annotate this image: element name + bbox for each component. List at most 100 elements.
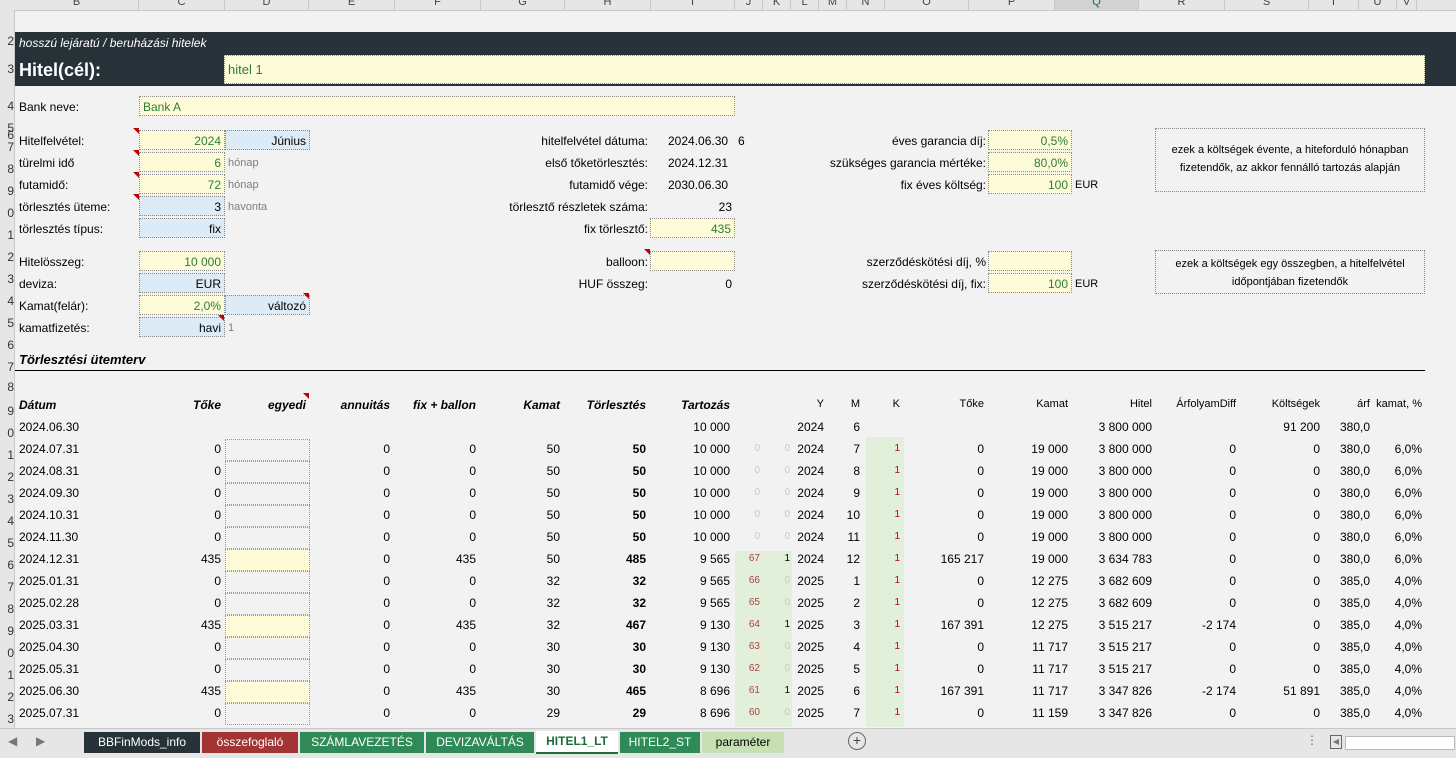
utem-input[interactable]: 3 [139, 196, 225, 216]
column-header-c[interactable]: C [139, 0, 225, 10]
garancia-mertek-input[interactable]: 80,0% [988, 152, 1072, 172]
row-number[interactable]: 9 [0, 184, 14, 198]
hitelfelvetel-year-input[interactable]: 2024 [139, 130, 225, 150]
egyedi-input[interactable] [225, 483, 310, 505]
row-number[interactable]: 8 [0, 162, 14, 176]
column-header-v[interactable]: V [1397, 0, 1417, 10]
column-header-e[interactable]: E [309, 0, 395, 10]
column-header-g[interactable]: G [481, 0, 565, 10]
fix-torleszto-input[interactable]: 435 [650, 218, 735, 238]
column-header-j[interactable]: J [735, 0, 763, 10]
row-number[interactable]: 0 [0, 206, 14, 220]
row-number[interactable]: 3 [0, 272, 14, 286]
column-header-b[interactable]: B [15, 0, 139, 10]
szerz-fix-input[interactable]: 100 [988, 273, 1072, 293]
row-number[interactable]: 5 [0, 536, 14, 550]
row-number[interactable]: 4 [0, 514, 14, 528]
tab-hitel2-st[interactable]: HITEL2_ST [620, 732, 700, 753]
hitelfelvetel-month-select[interactable]: Június [225, 130, 310, 150]
row-number[interactable]: 9 [0, 404, 14, 418]
egyedi-input[interactable] [225, 681, 310, 703]
row-number[interactable]: 8 [0, 602, 14, 616]
garancia-dij-input[interactable]: 0,5% [988, 130, 1072, 150]
column-header-s[interactable]: S [1225, 0, 1309, 10]
column-header-k[interactable]: K [763, 0, 791, 10]
egyedi-input[interactable] [225, 637, 310, 659]
column-header-p[interactable]: P [969, 0, 1055, 10]
column-header-t[interactable]: T [1309, 0, 1359, 10]
column-header-u[interactable]: U [1359, 0, 1397, 10]
row-number[interactable]: 9 [0, 624, 14, 638]
szerz-pct-input[interactable] [988, 251, 1072, 271]
column-header-d[interactable]: D [225, 0, 309, 10]
tab-bbfinmods-info[interactable]: BBFinMods_info [84, 732, 200, 753]
osszeg-input[interactable]: 10 000 [139, 251, 225, 271]
row-number[interactable]: 3 [0, 712, 14, 726]
column-header-r[interactable]: R [1139, 0, 1225, 10]
tab-hitel1-lt[interactable]: HITEL1_LT [536, 731, 618, 754]
row-number[interactable]: 2 [0, 250, 14, 264]
row-number[interactable]: 7 [0, 140, 14, 154]
egyedi-input[interactable] [225, 505, 310, 527]
row-number[interactable]: 2 [0, 34, 14, 48]
row-number[interactable]: 3 [0, 492, 14, 506]
egyedi-input[interactable] [225, 703, 310, 725]
egyedi-input[interactable] [225, 461, 310, 483]
row-number[interactable]: 0 [0, 646, 14, 660]
egyedi-input[interactable] [225, 549, 310, 571]
row-number[interactable]: 7 [0, 360, 14, 374]
more-options-icon[interactable]: ⋮ [1306, 733, 1318, 747]
row-number[interactable]: 1 [0, 228, 14, 242]
turelmi-input[interactable]: 6 [139, 152, 225, 172]
column-header-q[interactable]: Q [1055, 0, 1139, 10]
row-number[interactable]: 2 [0, 690, 14, 704]
row-number[interactable]: 0 [0, 426, 14, 440]
column-header-i[interactable]: I [651, 0, 735, 10]
row-number[interactable]: 2 [0, 470, 14, 484]
schedule-right-cell: 380,0 [1339, 420, 1370, 434]
fix-eves-input[interactable]: 100 [988, 174, 1072, 194]
row-number[interactable]: 1 [0, 448, 14, 462]
tab-param-ter[interactable]: paraméter [702, 732, 784, 753]
column-header-n[interactable]: N [847, 0, 885, 10]
row-number[interactable]: 8 [0, 380, 14, 394]
bank-input[interactable]: Bank A [139, 96, 735, 116]
row-number[interactable]: 5 [0, 316, 14, 330]
row-number[interactable]: 4 [0, 294, 14, 308]
row-number[interactable]: 3 [0, 62, 14, 76]
row-number[interactable]: 1 [0, 668, 14, 682]
egyedi-input[interactable] [225, 615, 310, 637]
balloon-input[interactable] [650, 251, 735, 271]
scroll-left-icon[interactable]: ◀ [1330, 735, 1342, 749]
tab-sz-mlavezet-s[interactable]: SZÁMLAVEZETÉS [300, 732, 424, 753]
row-number[interactable]: 4 [0, 99, 14, 113]
column-header-l[interactable]: L [791, 0, 819, 10]
egyedi-input[interactable] [225, 439, 310, 461]
tab-devizav-lt-s[interactable]: DEVIZAVÁLTÁS [426, 732, 534, 753]
column-header-f[interactable]: F [395, 0, 481, 10]
column-header-m[interactable]: M [819, 0, 847, 10]
tipus-select[interactable]: fix [139, 218, 225, 238]
row-number[interactable]: 6 [0, 558, 14, 572]
tab--sszefoglal-[interactable]: összefoglaló [202, 732, 298, 753]
horizontal-scrollbar[interactable] [1345, 736, 1455, 750]
deviza-select[interactable]: EUR [139, 273, 225, 293]
hitel-cel-input[interactable]: hitel 1 [224, 55, 1425, 84]
schedule-header-3: annuitás [340, 398, 390, 412]
column-header-o[interactable]: O [885, 0, 969, 10]
chevron-right-icon[interactable]: ▶ [36, 734, 45, 748]
schedule-date: 2024.10.31 [19, 508, 80, 522]
kamat-input[interactable]: 2,0% [139, 295, 225, 315]
kamatfizetes-select[interactable]: havi [139, 317, 225, 337]
plus-circle-icon[interactable]: + [848, 732, 866, 750]
egyedi-input[interactable] [225, 593, 310, 615]
egyedi-input[interactable] [225, 571, 310, 593]
column-header-h[interactable]: H [565, 0, 651, 10]
row-number[interactable]: 7 [0, 580, 14, 594]
chevron-left-icon[interactable]: ◀ [8, 734, 17, 748]
egyedi-input[interactable] [225, 659, 310, 681]
futamido-input[interactable]: 72 [139, 174, 225, 194]
kamat-type-select[interactable]: változó [225, 295, 310, 315]
row-number[interactable]: 6 [0, 338, 14, 352]
egyedi-input[interactable] [225, 527, 310, 549]
